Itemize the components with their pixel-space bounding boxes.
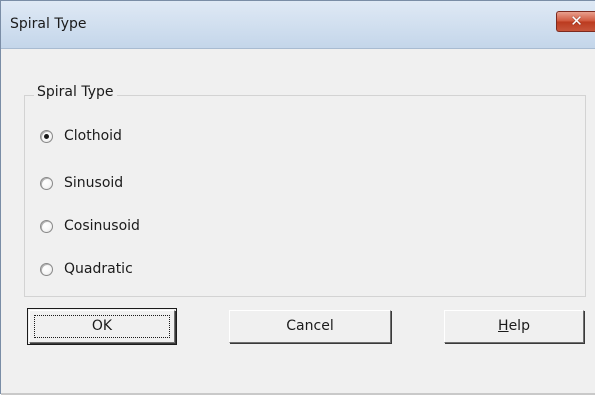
help-button-label: Help xyxy=(498,318,530,334)
help-label-rest: elp xyxy=(508,318,530,334)
radio-option-cosinusoid[interactable]: Cosinusoid xyxy=(40,216,140,236)
radio-option-sinusoid[interactable]: Sinusoid xyxy=(40,173,123,193)
radio-label: Sinusoid xyxy=(64,175,124,191)
window-title: Spiral Type xyxy=(10,16,87,32)
radio-label: Clothoid xyxy=(64,128,122,144)
radio-button-icon[interactable] xyxy=(40,219,53,233)
help-mnemonic: H xyxy=(498,318,509,334)
radio-label: Cosinusoid xyxy=(64,218,140,234)
radio-option-quadratic[interactable]: Quadratic xyxy=(40,259,133,279)
spiral-type-dialog: Spiral Type ✕ Spiral Type Clothoid Sinus… xyxy=(0,0,595,395)
cancel-button[interactable]: Cancel xyxy=(229,310,391,343)
close-icon: ✕ xyxy=(570,12,583,30)
radio-button-icon[interactable] xyxy=(40,176,53,190)
ok-button-label: OK xyxy=(91,318,113,334)
radio-button-icon[interactable] xyxy=(40,262,53,276)
radio-label: Quadratic xyxy=(64,261,133,277)
title-bar[interactable]: Spiral Type ✕ xyxy=(1,1,595,49)
radio-option-clothoid[interactable]: Clothoid xyxy=(40,126,122,146)
ok-button[interactable]: OK xyxy=(27,308,177,345)
groupbox-label: Spiral Type xyxy=(34,84,117,100)
radio-button-icon[interactable] xyxy=(40,129,53,143)
cancel-button-label: Cancel xyxy=(286,318,334,334)
close-button[interactable]: ✕ xyxy=(556,11,595,32)
help-button[interactable]: Help xyxy=(444,310,584,343)
